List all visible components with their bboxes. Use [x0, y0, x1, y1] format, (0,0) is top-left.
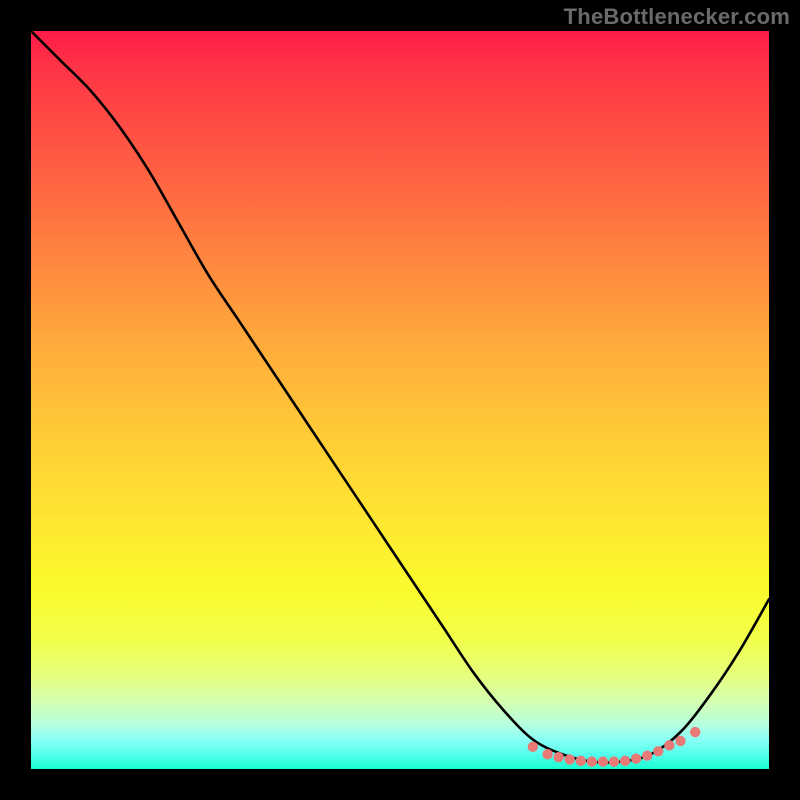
marker-dot — [675, 736, 685, 746]
marker-dot — [598, 756, 608, 766]
watermark-label: TheBottleneсker.com — [564, 4, 790, 30]
marker-dot — [587, 756, 597, 766]
marker-dot — [528, 742, 538, 752]
chart-svg — [31, 31, 769, 769]
marker-dot — [631, 753, 641, 763]
marker-dot — [553, 752, 563, 762]
marker-group — [528, 727, 701, 767]
marker-dot — [609, 756, 619, 766]
marker-dot — [542, 749, 552, 759]
marker-dot — [653, 746, 663, 756]
marker-dot — [620, 756, 630, 766]
marker-dot — [576, 756, 586, 766]
marker-dot — [690, 727, 700, 737]
marker-dot — [664, 740, 674, 750]
plot-area — [31, 31, 769, 769]
marker-dot — [642, 751, 652, 761]
marker-dot — [565, 754, 575, 764]
curve-line — [31, 31, 769, 763]
chart-frame: TheBottleneсker.com — [0, 0, 800, 800]
